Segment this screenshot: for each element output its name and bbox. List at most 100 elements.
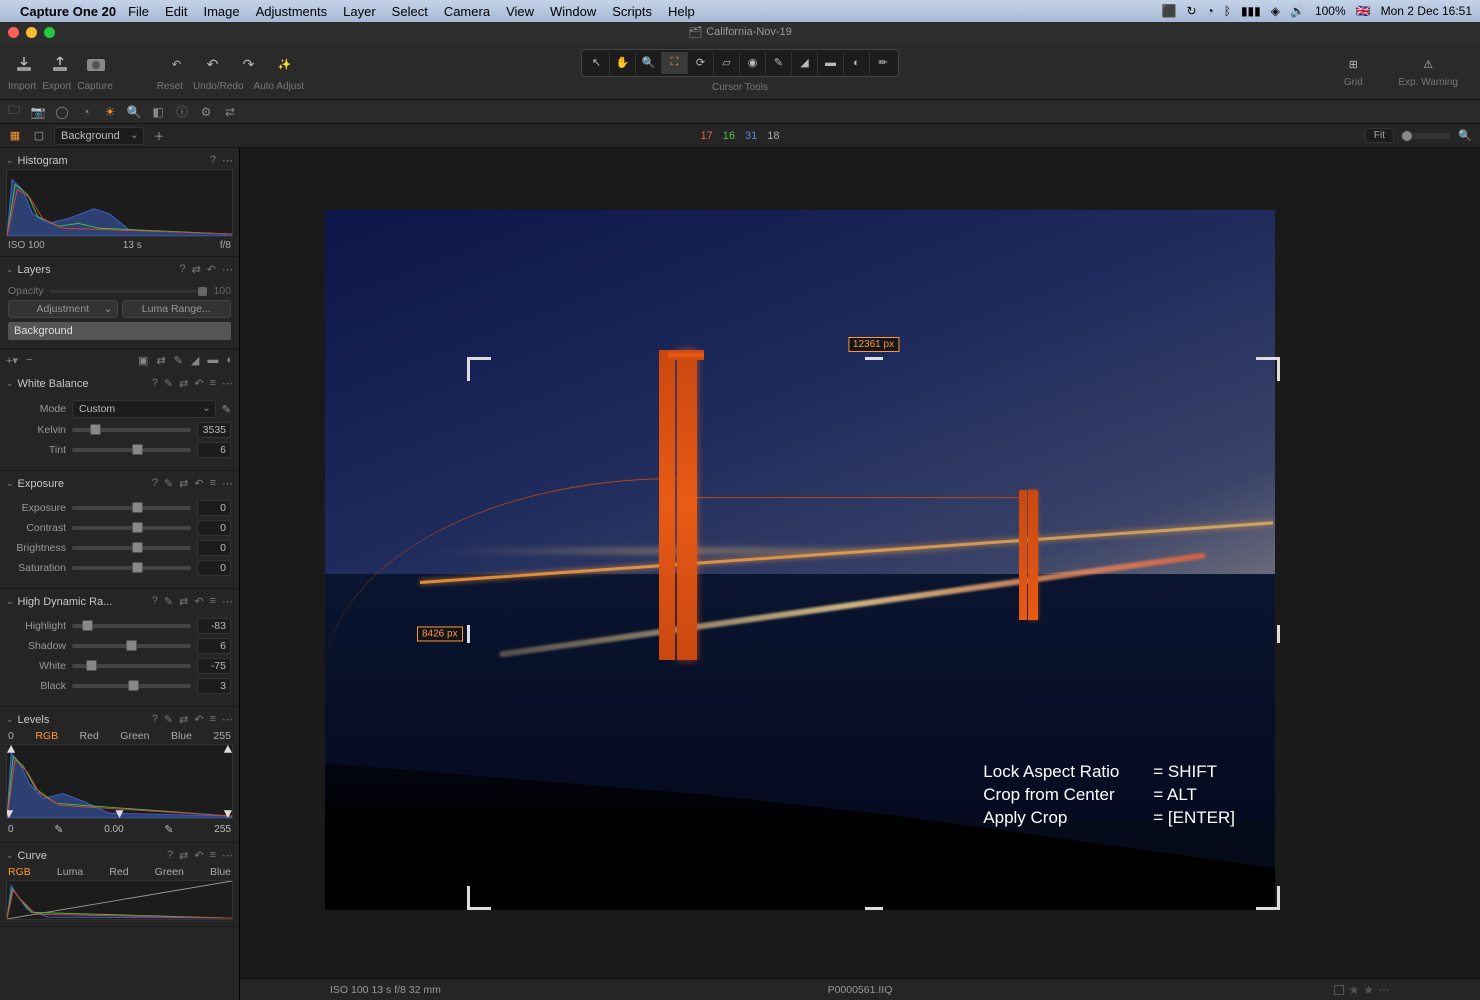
tint-slider[interactable] (72, 448, 191, 452)
more-icon[interactable]: ⋯ (222, 595, 233, 608)
minimize-button[interactable] (26, 27, 37, 38)
menu-image[interactable]: Image (203, 4, 239, 19)
capture-tab-icon[interactable]: 📷 (30, 104, 46, 120)
more-icon[interactable]: ⋯ (222, 849, 233, 862)
levels-out-low[interactable]: 0 (8, 824, 14, 835)
remove-icon[interactable]: − (26, 354, 32, 367)
fit-button[interactable]: Fit (1365, 128, 1394, 143)
preset-icon[interactable]: ≡ (210, 713, 216, 726)
sync-icon[interactable]: ↻ (1186, 4, 1196, 18)
reset-icon[interactable]: ↶ (194, 713, 203, 726)
radial-icon[interactable]: ◐ (226, 354, 233, 367)
more-icon[interactable]: ⋯ (222, 377, 233, 390)
exposure-slider[interactable] (72, 506, 191, 510)
star-1[interactable]: ★ (1348, 983, 1359, 997)
saturation-value[interactable]: 0 (197, 560, 231, 576)
search-icon[interactable]: 🔍 (1456, 127, 1474, 145)
annotate-tool[interactable]: ✏ (870, 52, 896, 74)
volume-icon[interactable]: 🔊 (1290, 4, 1305, 18)
eyedropper-shadows-icon[interactable]: ✎ (54, 823, 63, 836)
rotate-tool[interactable]: ⟳ (688, 52, 714, 74)
crop-handle-bl[interactable] (467, 886, 491, 910)
dropbox-icon[interactable]: ⬛ (1161, 4, 1176, 18)
exposure-value[interactable]: 0 (197, 500, 231, 516)
opacity-slider[interactable] (50, 290, 208, 293)
shadow-slider[interactable] (72, 644, 191, 648)
details-tab-icon[interactable]: 🔍 (126, 104, 142, 120)
crop-handle-t[interactable] (865, 357, 883, 360)
radial-tool[interactable]: ◐ (844, 52, 870, 74)
copy-icon[interactable]: ⇄ (179, 713, 188, 726)
flag-icon[interactable]: 🇬🇧 (1356, 4, 1371, 18)
luma-range-button[interactable]: Luma Range... (122, 300, 232, 318)
disclose-icon[interactable]: ⌄ (6, 596, 14, 607)
picker-icon[interactable]: ✎ (164, 713, 173, 726)
highlight-slider[interactable] (72, 624, 191, 628)
shadow-value[interactable]: 6 (197, 638, 231, 654)
white-slider[interactable] (72, 664, 191, 668)
disclose-icon[interactable]: ⌄ (6, 478, 14, 489)
menu-help[interactable]: Help (668, 4, 695, 19)
single-view-icon[interactable]: ▢ (30, 127, 48, 145)
reset-icon[interactable]: ↶ (165, 53, 187, 75)
gradient-tool[interactable]: ▬ (818, 52, 844, 74)
brightness-value[interactable]: 0 (197, 540, 231, 556)
curve-blue[interactable]: Blue (210, 866, 231, 878)
more-icon[interactable]: ⋯ (222, 154, 233, 167)
grid-icon[interactable]: ⊞ (1342, 53, 1364, 75)
network-icon[interactable]: ◈ (1271, 4, 1280, 18)
curve-graph[interactable] (6, 880, 233, 920)
zoom-tool[interactable]: 🔍 (636, 52, 662, 74)
more-icon[interactable]: ⋯ (222, 713, 233, 726)
levels-out-mid[interactable]: 0.00 (104, 824, 123, 835)
import-icon[interactable] (13, 53, 35, 75)
white-value[interactable]: -75 (197, 658, 231, 674)
lens-tab-icon[interactable]: ◯ (54, 104, 70, 120)
reset-icon[interactable]: ↶ (194, 849, 203, 862)
disclose-icon[interactable]: ⌄ (6, 155, 14, 166)
help-icon[interactable]: ? (179, 263, 185, 276)
menu-layer[interactable]: Layer (343, 4, 376, 19)
help-icon[interactable]: ? (167, 849, 173, 862)
maximize-button[interactable] (44, 27, 55, 38)
selected-layer[interactable]: Background (8, 322, 231, 340)
copy-icon[interactable]: ⇄ (192, 263, 201, 276)
levels-red[interactable]: Red (80, 730, 99, 742)
export-icon[interactable] (49, 53, 71, 75)
crop-handle-r[interactable] (1277, 625, 1280, 643)
pointer-tool[interactable]: ↖ (584, 52, 610, 74)
help-icon[interactable]: ? (210, 154, 216, 167)
crop-handle-br[interactable] (1256, 886, 1280, 910)
disclose-icon[interactable]: ⌄ (6, 714, 14, 725)
add-icon[interactable]: +▾ (6, 354, 18, 367)
curve-red[interactable]: Red (109, 866, 128, 878)
levels-blue[interactable]: Blue (171, 730, 192, 742)
batch-tab-icon[interactable]: ⇄ (222, 104, 238, 120)
crop-tool[interactable]: ⛶ (662, 52, 688, 74)
app-name[interactable]: Capture One 20 (20, 4, 116, 19)
copy-icon[interactable]: ⇄ (179, 849, 188, 862)
disclose-icon[interactable]: ⌄ (6, 850, 14, 861)
adjust-tab-icon[interactable]: ◧ (150, 104, 166, 120)
copy-icon[interactable]: ⇄ (179, 477, 188, 490)
menu-adjustments[interactable]: Adjustments (256, 4, 328, 19)
capture-icon[interactable] (85, 53, 107, 75)
saturation-slider[interactable] (72, 566, 191, 570)
image-canvas[interactable]: 12361 px 8426 px Lock Aspect Ratio= SHIF… (325, 210, 1275, 910)
more-icon[interactable]: ⋯ (222, 263, 233, 276)
bluetooth-icon[interactable]: ᛒ (1224, 4, 1231, 18)
levels-graph[interactable] (6, 744, 233, 819)
reset-icon[interactable]: ↶ (194, 377, 203, 390)
kelvin-value[interactable]: 3535 (197, 422, 231, 438)
auto-adjust-icon[interactable]: ✨ (273, 53, 295, 75)
eyedropper-highlights-icon[interactable]: ✎ (164, 823, 173, 836)
crop-handle-b[interactable] (865, 907, 883, 910)
more-icon[interactable]: ⋯ (222, 477, 233, 490)
undo-icon[interactable]: ↶ (201, 53, 223, 75)
wb-mode-select[interactable]: Custom (72, 400, 216, 418)
reset-icon[interactable]: ↶ (194, 595, 203, 608)
add-layer-icon[interactable]: ＋ (150, 127, 168, 145)
battery-icon[interactable]: ▮▮▮ (1241, 4, 1261, 18)
color-tab-icon[interactable]: ◔ (78, 104, 94, 120)
invert-icon[interactable]: ⇄ (156, 354, 165, 367)
